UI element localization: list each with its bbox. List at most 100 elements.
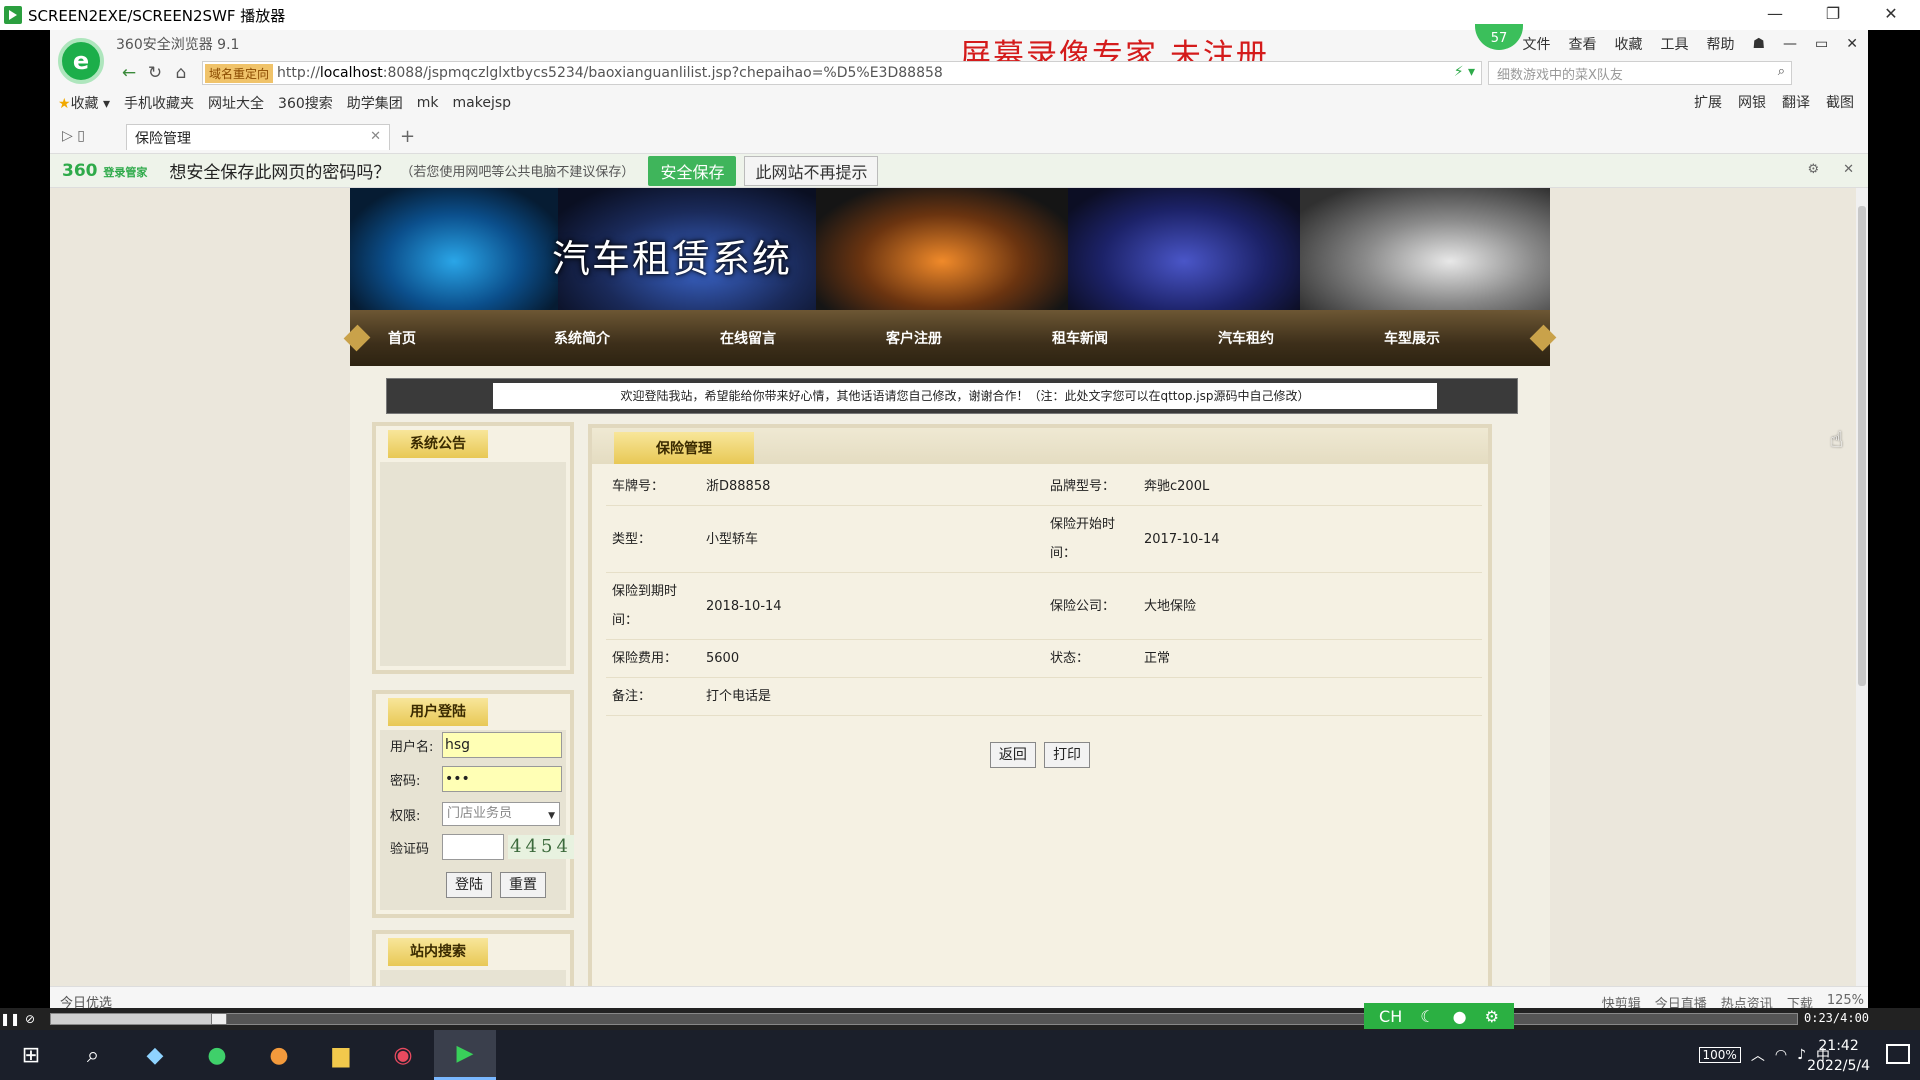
browser-logo-icon[interactable]: e xyxy=(58,38,104,84)
captcha-field[interactable] xyxy=(442,834,504,860)
browser-taskbar-icon[interactable]: ● xyxy=(186,1030,248,1080)
sidebar-toggle-icon[interactable]: ▷ ▯ xyxy=(62,128,85,144)
menu-help[interactable]: 帮助 xyxy=(1706,34,1734,54)
moon-icon[interactable]: ☾ xyxy=(1420,1007,1434,1026)
lightning-icon[interactable]: ⚡ ▾ xyxy=(1454,64,1475,80)
page-scrollbar[interactable] xyxy=(1856,188,1868,988)
tool-bank[interactable]: 网银 xyxy=(1738,92,1766,112)
ime-gear-icon[interactable]: ⚙ xyxy=(1485,1007,1499,1026)
progress-fill xyxy=(51,1014,219,1024)
close-bar-icon[interactable]: ✕ xyxy=(1843,162,1854,177)
captcha-image[interactable]: 4454 xyxy=(508,835,574,859)
stop-icon[interactable]: ⊘ xyxy=(20,1009,40,1029)
pause-icon[interactable]: ❚❚ xyxy=(0,1009,20,1029)
url-prefix: http:// xyxy=(277,65,320,81)
notification-badge[interactable]: 57 xyxy=(1475,24,1523,50)
wifi-icon[interactable]: ◠ xyxy=(1775,1047,1787,1063)
start-icon[interactable]: ⊞ xyxy=(0,1030,62,1080)
never-for-site-button[interactable]: 此网站不再提示 xyxy=(744,155,879,186)
progress-knob[interactable] xyxy=(211,1013,227,1025)
favorites-item[interactable]: ★收藏 ▾ xyxy=(58,93,110,113)
panel-title: 用户登陆 xyxy=(388,698,488,726)
favorites-item[interactable]: 助学集团 xyxy=(347,93,403,113)
home-icon[interactable]: ⌂ xyxy=(168,63,194,83)
address-bar[interactable]: 域名重定向 http://localhost:8088/jspmqczlglxt… xyxy=(202,61,1482,85)
browser-restore-icon[interactable]: ▭ xyxy=(1815,36,1828,52)
role-select[interactable]: 门店业务员 xyxy=(442,802,560,827)
menu-file[interactable]: 文件 xyxy=(1522,34,1550,54)
tool-translate[interactable]: 翻译 xyxy=(1782,92,1810,112)
type-value: 小型轿车 xyxy=(700,505,1044,573)
print-button[interactable]: 打印 xyxy=(1044,742,1091,768)
tool-extensions[interactable]: 扩展 xyxy=(1694,92,1722,112)
search-input[interactable]: 细数游戏中的菜X队友 ⌕ xyxy=(1488,61,1792,85)
remark-label: 备注： xyxy=(606,677,700,716)
notification-icon[interactable] xyxy=(1886,1044,1910,1064)
username-label: 用户名: xyxy=(390,739,434,755)
chevron-up-icon[interactable]: ︿ xyxy=(1751,1045,1765,1065)
app-icon[interactable]: ● xyxy=(248,1030,310,1080)
player-taskbar-icon[interactable]: ▶ xyxy=(434,1030,496,1080)
menu-tools[interactable]: 工具 xyxy=(1660,34,1688,54)
notice-bar: 欢迎登陆我站，希望能给你带来好心情，其他话语请您自己修改，谢谢合作！（注：此处文… xyxy=(386,378,1518,414)
role-label: 权限: xyxy=(390,808,421,824)
favorites-item[interactable]: mk xyxy=(417,95,439,111)
nav-leases[interactable]: 汽车租约 xyxy=(1218,328,1384,348)
nav-messages[interactable]: 在线留言 xyxy=(720,328,886,348)
action-buttons: 返回 打印 xyxy=(600,742,1480,768)
scrollbar-thumb[interactable] xyxy=(1858,206,1866,686)
browser-close-icon[interactable]: ✕ xyxy=(1846,36,1858,52)
user-icon[interactable]: ● xyxy=(1453,1007,1467,1026)
remark-value: 打个电话是 xyxy=(700,677,1044,716)
car-image xyxy=(816,188,1068,310)
nav-register[interactable]: 客户注册 xyxy=(886,328,1052,348)
captcha-row: 验证码 4454 xyxy=(390,834,574,860)
menu-view[interactable]: 查看 xyxy=(1568,34,1596,54)
empty-cell xyxy=(1138,677,1482,716)
reset-button[interactable]: 重置 xyxy=(500,872,546,898)
tool-screenshot[interactable]: 截图 xyxy=(1826,92,1854,112)
app-icon[interactable]: ◉ xyxy=(372,1030,434,1080)
close-icon[interactable]: ✕ xyxy=(1862,0,1920,30)
nav-about[interactable]: 系统简介 xyxy=(554,328,720,348)
nav-home[interactable]: 首页 xyxy=(388,328,554,348)
username-field[interactable]: hsg xyxy=(442,732,562,758)
search-placeholder: 细数游戏中的菜X队友 xyxy=(1497,67,1623,83)
favorites-item[interactable]: 手机收藏夹 xyxy=(124,93,194,113)
plate-value: 浙D88858 xyxy=(700,468,1044,506)
restore-icon[interactable]: ❐ xyxy=(1804,0,1862,30)
ime-label: CH xyxy=(1379,1006,1403,1026)
ime-toolbar[interactable]: CH ☾ ● ⚙ xyxy=(1364,1003,1514,1029)
folder-icon[interactable]: ▆ xyxy=(310,1030,372,1080)
save-password-button[interactable]: 安全保存 xyxy=(648,155,737,186)
login-button[interactable]: 登陆 xyxy=(446,872,492,898)
favorites-item[interactable]: 360搜索 xyxy=(278,93,333,113)
back-button[interactable]: 返回 xyxy=(989,742,1036,768)
progress-track[interactable] xyxy=(50,1013,1798,1025)
search-icon[interactable]: ⌕ xyxy=(1778,64,1785,79)
minimize-icon[interactable]: — xyxy=(1746,0,1804,30)
search-taskbar-icon[interactable]: ⌕ xyxy=(62,1030,124,1080)
tab-insurance[interactable]: 保险管理 ✕ xyxy=(126,124,390,150)
app-icon[interactable]: ◆ xyxy=(124,1030,186,1080)
refresh-icon[interactable]: ↻ xyxy=(142,63,168,83)
username-row: 用户名: hsg xyxy=(390,732,562,758)
new-tab-icon[interactable]: + xyxy=(400,126,415,147)
start-date-label: 保险开始时间： xyxy=(1044,505,1138,573)
menu-favorites[interactable]: 收藏 xyxy=(1614,34,1642,54)
volume-icon[interactable]: ♪ xyxy=(1797,1047,1806,1063)
nav-news[interactable]: 租车新闻 xyxy=(1052,328,1218,348)
battery-indicator[interactable]: 100% xyxy=(1698,1047,1741,1063)
back-icon[interactable]: ← xyxy=(116,63,142,83)
password-field[interactable]: ••• xyxy=(442,766,562,792)
skin-icon[interactable]: ☗ xyxy=(1752,36,1765,52)
favorites-item[interactable]: 网址大全 xyxy=(208,93,264,113)
tab-close-icon[interactable]: ✕ xyxy=(370,129,381,144)
clock[interactable]: 21:42 2022/5/4 xyxy=(1807,1036,1870,1076)
gear-icon[interactable]: ⚙ xyxy=(1807,162,1819,177)
password-row: 密码: ••• xyxy=(390,766,562,792)
table-row: 车牌号： 浙D88858 品牌型号： 奔驰c200L xyxy=(606,468,1482,506)
nav-models[interactable]: 车型展示 xyxy=(1384,328,1550,348)
favorites-item[interactable]: makejsp xyxy=(453,95,512,111)
browser-minimize-icon[interactable]: — xyxy=(1783,36,1797,52)
